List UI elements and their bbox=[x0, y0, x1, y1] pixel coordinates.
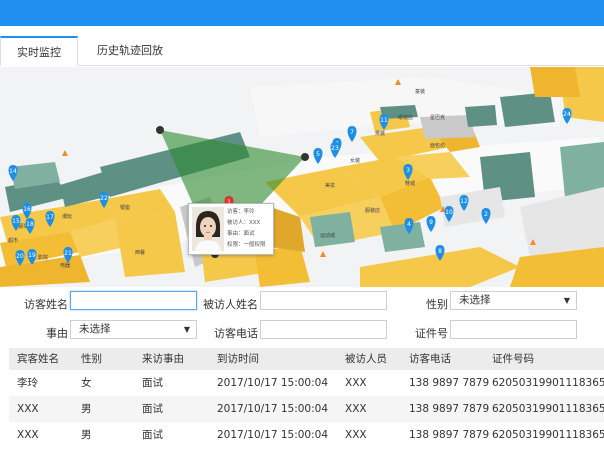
cell-host: XXX bbox=[345, 429, 367, 441]
table-header: 宾客姓名 性别 来访事由 到访时间 被访人员 访客电话 证件号码 bbox=[9, 348, 604, 370]
visitor-phone-label: 访客电话 bbox=[214, 327, 258, 340]
map-label: 星巴克 bbox=[430, 115, 445, 121]
map-pin-number: 15 bbox=[12, 218, 20, 225]
map-pin-number: 4 bbox=[407, 221, 411, 228]
reason-selected-value: 未选择 bbox=[79, 323, 111, 335]
map-label: 运动城 bbox=[320, 232, 335, 239]
map-pin-number: 20 bbox=[16, 253, 24, 260]
col-header-host: 被访人员 bbox=[345, 353, 387, 365]
map-label: 超市 bbox=[8, 237, 18, 244]
cell-phone: 138 9897 7879 bbox=[409, 403, 490, 415]
map-label: 影院 bbox=[38, 254, 48, 261]
cell-gender: 男 bbox=[81, 403, 92, 415]
col-header-phone: 访客电话 bbox=[409, 353, 451, 365]
col-header-visit-time: 到访时间 bbox=[217, 353, 259, 365]
map-label: 西餐 bbox=[135, 249, 145, 256]
cell-visit-time: 2017/10/17 15:00:04 bbox=[217, 429, 329, 441]
visitor-photo bbox=[192, 207, 224, 251]
top-bar bbox=[0, 0, 604, 26]
map-label: 面包坊 bbox=[430, 142, 445, 149]
cell-guest-name: 李玲 bbox=[17, 377, 38, 389]
visitor-info-popup[interactable]: 访客：李玲 被访人：XXX 事由：面试 权限：一般权限 bbox=[188, 203, 274, 255]
gender-selected-value: 未选择 bbox=[459, 294, 491, 306]
reason-label: 事由 bbox=[46, 327, 68, 340]
popup-visitor-name: 访客：李玲 bbox=[227, 209, 255, 215]
cell-visit-time: 2017/10/17 15:00:04 bbox=[217, 403, 329, 415]
map-pin-number: 14 bbox=[9, 168, 17, 175]
map-label: 潮玩 bbox=[62, 213, 72, 220]
map-pin-number: 23 bbox=[331, 145, 339, 152]
tab-history-playback[interactable]: 历史轨迹回放 bbox=[88, 36, 172, 66]
cell-id-number: 620503199011183655 bbox=[492, 429, 604, 441]
cell-id-number: 620503199011183655 bbox=[492, 403, 604, 415]
cell-host: XXX bbox=[345, 377, 367, 389]
cell-host: XXX bbox=[345, 403, 367, 415]
id-number-label: 证件号 bbox=[415, 327, 448, 340]
gender-select[interactable]: 未选择 ▼ bbox=[450, 291, 577, 310]
map-pin-number: 10 bbox=[445, 209, 453, 216]
host-name-input[interactable] bbox=[260, 291, 387, 310]
floor-map[interactable]: 钢琴 潮玩 超市 银座 电器 西餐 咖啡 书店 美妆 女装 男装 鞋城 星巴克 … bbox=[0, 67, 604, 287]
map-canvas: 钢琴 潮玩 超市 银座 电器 西餐 咖啡 书店 美妆 女装 男装 鞋城 星巴克 … bbox=[0, 67, 604, 287]
col-header-gender: 性别 bbox=[81, 353, 102, 365]
popup-host: 被访人：XXX bbox=[227, 220, 261, 226]
chevron-down-icon: ▼ bbox=[183, 325, 190, 334]
map-pin-number: 24 bbox=[563, 111, 571, 118]
cell-gender: 男 bbox=[81, 429, 92, 441]
map-label: 美妆 bbox=[325, 182, 335, 189]
cell-guest-name: XXX bbox=[17, 429, 39, 441]
map-pin-number: 7 bbox=[350, 129, 354, 136]
cell-phone: 138 9897 7879 bbox=[409, 377, 490, 389]
map-label: 童装 bbox=[415, 88, 425, 95]
map-label: 男装 bbox=[375, 130, 385, 137]
cell-visit-time: 2017/10/17 15:00:04 bbox=[217, 377, 329, 389]
cell-reason: 面试 bbox=[142, 429, 163, 441]
map-pin-number: 21 bbox=[64, 250, 72, 257]
popup-reason: 事由：面试 bbox=[227, 231, 255, 237]
table-row[interactable]: 李玲 女 面试 2017/10/17 15:00:04 XXX 138 9897… bbox=[9, 370, 604, 396]
col-header-guest-name: 宾客姓名 bbox=[17, 353, 59, 365]
map-pin-number: 9 bbox=[429, 219, 433, 226]
table-row[interactable]: XXX 男 面试 2017/10/17 15:00:04 XXX 138 989… bbox=[9, 422, 604, 448]
map-pin-number: 2 bbox=[484, 211, 488, 218]
map-label: 电器 bbox=[60, 262, 70, 269]
map-label: 眼镜店 bbox=[398, 114, 413, 121]
popup-permission: 权限：一般权限 bbox=[227, 242, 266, 248]
tab-realtime-monitor[interactable]: 实时监控 bbox=[0, 36, 78, 66]
map-pin-number: 5 bbox=[316, 151, 320, 158]
visitor-info-lines: 访客：李玲 被访人：XXX 事由：面试 权限：一般权限 bbox=[227, 207, 266, 251]
id-number-input[interactable] bbox=[450, 320, 577, 339]
chevron-down-icon: ▼ bbox=[563, 296, 570, 305]
cell-phone: 138 9897 7879 bbox=[409, 429, 490, 441]
map-pin-number: 8 bbox=[438, 248, 442, 255]
cell-guest-name: XXX bbox=[17, 403, 39, 415]
cell-gender: 女 bbox=[81, 377, 92, 389]
col-header-id-number: 证件号码 bbox=[492, 353, 534, 365]
host-name-label: 被访人姓名 bbox=[203, 298, 258, 311]
map-pin-number: 18 bbox=[26, 221, 34, 228]
map-label: 服装店 bbox=[365, 207, 380, 214]
reason-select[interactable]: 未选择 ▼ bbox=[70, 320, 197, 339]
cell-reason: 面试 bbox=[142, 403, 163, 415]
col-header-reason: 来访事由 bbox=[142, 353, 184, 365]
visitor-phone-input[interactable] bbox=[260, 320, 387, 339]
map-label: 女装 bbox=[350, 157, 360, 164]
map-label: 银座 bbox=[120, 204, 130, 211]
visitor-name-input[interactable] bbox=[70, 291, 197, 310]
map-pin-number: 3 bbox=[406, 167, 410, 174]
map-pin-number: 22 bbox=[100, 195, 108, 202]
tab-bar: 实时监控 历史轨迹回放 bbox=[0, 36, 604, 66]
visitor-name-label: 访客姓名 bbox=[24, 298, 68, 311]
cell-id-number: 620503199011183655 bbox=[492, 377, 604, 389]
map-pin-number: 16 bbox=[23, 206, 31, 213]
map-pin-number: 11 bbox=[380, 117, 388, 124]
map-label: 鞋城 bbox=[405, 180, 415, 187]
map-pin-number: 19 bbox=[28, 252, 36, 259]
cell-reason: 面试 bbox=[142, 377, 163, 389]
block-number: 3 bbox=[518, 232, 523, 241]
map-pin-number: 17 bbox=[46, 214, 54, 221]
map-pin-number: 12 bbox=[460, 198, 468, 205]
gender-label: 性别 bbox=[426, 298, 448, 311]
table-row[interactable]: XXX 男 面试 2017/10/17 15:00:04 XXX 138 989… bbox=[9, 396, 604, 422]
